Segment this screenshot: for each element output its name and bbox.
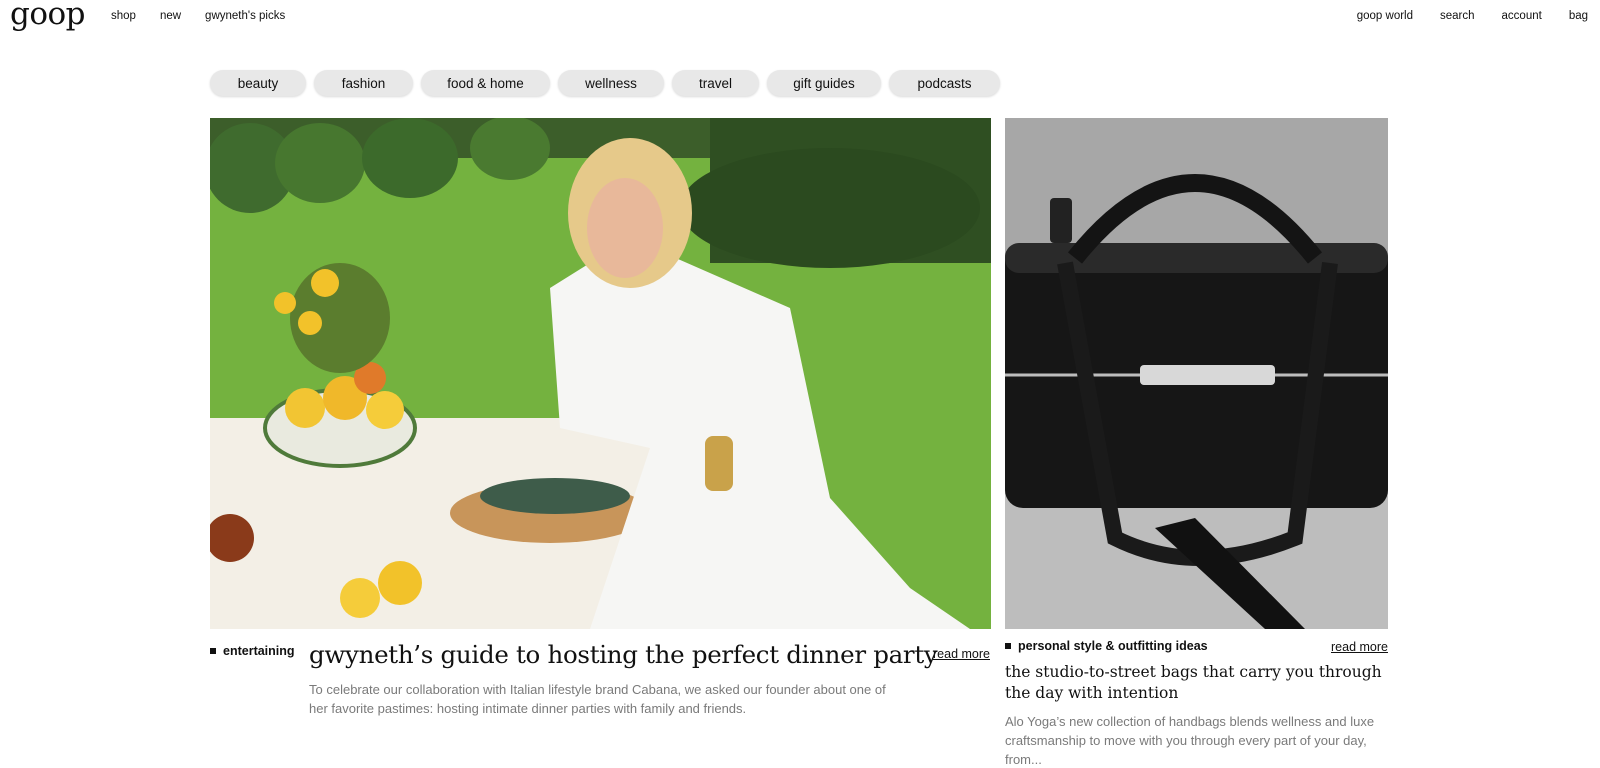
feature-image[interactable]: [210, 118, 991, 629]
feature-tag-label: entertaining: [223, 644, 295, 658]
top-navigation: goop shop new gwyneth's picks goop world…: [0, 0, 1600, 34]
primary-nav: shop new gwyneth's picks: [111, 10, 309, 22]
black-bag-photo: [1005, 118, 1388, 629]
nav-goop-world[interactable]: goop world: [1357, 10, 1413, 22]
dinner-party-photo: [210, 118, 991, 629]
category-gift-guides[interactable]: gift guides: [767, 70, 881, 96]
category-pills: beauty fashion food & home wellness trav…: [210, 70, 1000, 96]
side-headline[interactable]: the studio-to-street bags that carry you…: [1005, 662, 1385, 704]
nav-bag[interactable]: bag: [1569, 10, 1588, 22]
category-beauty[interactable]: beauty: [210, 70, 306, 96]
utility-nav: goop world search account bag: [1330, 10, 1588, 22]
feature-headline[interactable]: gwyneth’s guide to hosting the perfect d…: [309, 640, 938, 669]
category-travel[interactable]: travel: [672, 70, 759, 96]
feature-dek: To celebrate our collaboration with Ital…: [309, 682, 886, 716]
nav-shop[interactable]: shop: [111, 10, 136, 22]
nav-new[interactable]: new: [160, 10, 181, 22]
feature-read-more-link[interactable]: read more: [933, 647, 990, 661]
side-tag-label: personal style & outfitting ideas: [1018, 639, 1208, 653]
side-tag[interactable]: personal style & outfitting ideas: [1005, 639, 1208, 653]
side-read-more-link[interactable]: read more: [1331, 640, 1388, 654]
category-podcasts[interactable]: podcasts: [889, 70, 1000, 96]
square-bullet-icon: [210, 648, 216, 654]
nav-account[interactable]: account: [1502, 10, 1542, 22]
nav-search[interactable]: search: [1440, 10, 1475, 22]
goop-logo[interactable]: goop: [10, 0, 86, 32]
square-bullet-icon: [1005, 643, 1011, 649]
feature-tag[interactable]: entertaining: [210, 644, 295, 658]
nav-gwyneths-picks[interactable]: gwyneth's picks: [205, 10, 285, 22]
side-dek: Alo Yoga’s new collection of handbags bl…: [1005, 714, 1375, 767]
category-fashion[interactable]: fashion: [314, 70, 413, 96]
category-food-home[interactable]: food & home: [421, 70, 550, 96]
category-wellness[interactable]: wellness: [558, 70, 664, 96]
side-image[interactable]: [1005, 118, 1388, 629]
